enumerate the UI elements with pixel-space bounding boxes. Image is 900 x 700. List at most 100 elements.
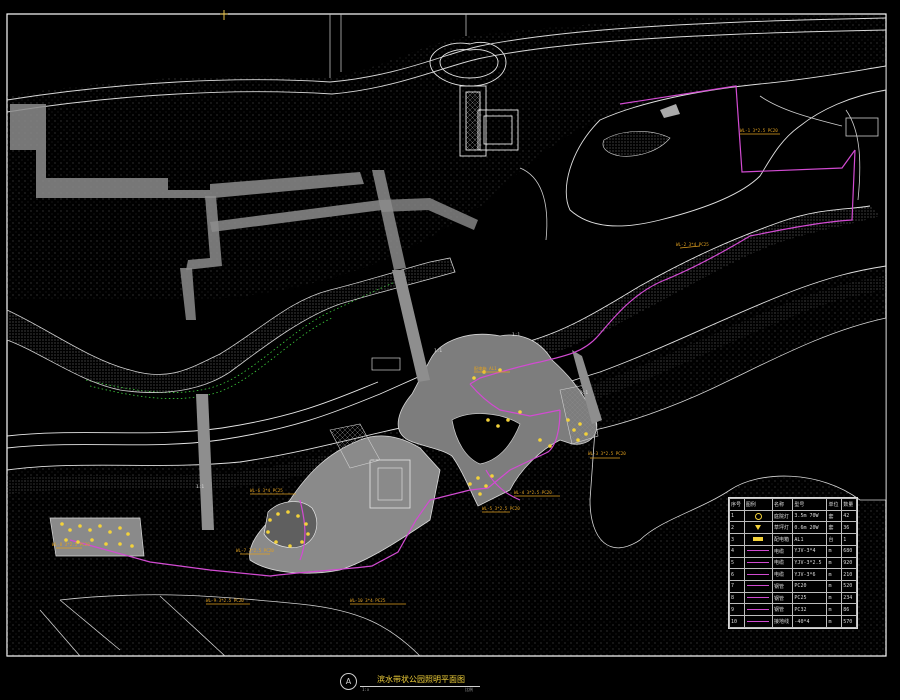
legend-qty: 42 [841,509,857,523]
cable-line-icon [747,561,770,563]
legend-no: 1 [729,509,745,523]
legend-name: 庭院灯 [772,509,794,523]
legend-qty: 680 [841,544,857,558]
legend-symbol-cell [743,521,774,535]
legend-model: 3.5m 70W [792,509,828,523]
callout-c2: WL-2 3*4 PC25 [676,242,709,247]
legend-no: 6 [729,568,745,582]
lamp-icon [754,512,762,520]
legend-table: 序号 图例 名称 型号 单位 数量 1 庭院灯 3.5m 70W 套 42 2 草坪灯 0.6… [728,497,858,629]
map-label-m3: 1:1 [512,332,520,338]
legend-name: 电缆 [772,544,794,558]
callout-c11: 配电箱 AL1 [474,365,497,372]
callout-c7: WL-7 3*2.5 PC20 [236,548,274,553]
title-scale-left: 1:x [362,687,370,692]
legend-symbol-cell [743,615,774,628]
legend-model: PC25 [792,591,828,605]
legend-no: 5 [729,556,745,570]
legend-header-symbol: 图例 [743,498,774,511]
title-scale-right: 比例 [465,687,473,692]
southwest-building [49,517,145,557]
cable-line-icon [747,620,770,622]
cable-line-icon [747,573,770,575]
distribution-box-icon [753,537,764,542]
legend-qty: 570 [841,615,857,628]
legend-unit: m [826,615,843,628]
legend-row: 4 电缆 YJV-3*4 m 680 [729,544,857,558]
riverside-bench [371,357,401,371]
drawing-title: 滨水带状公园照明平面图 [377,675,465,684]
legend-no: 2 [729,521,745,535]
legend-header-model: 型号 [792,498,828,511]
legend-qty: 520 [841,580,857,593]
legend-model: 0.6m 20W [792,521,828,535]
legend-row: 2 草坪灯 0.6m 20W 套 36 [729,521,857,535]
legend-row: 6 电缆 YJV-3*6 m 210 [729,568,857,582]
legend-name: 接地线 [772,615,794,628]
legend-no: 3 [729,533,745,546]
legend-header-unit: 单位 [826,498,843,511]
legend-model: -40*4 [792,615,828,628]
legend-row: 8 钢管 PC25 m 234 [729,591,857,605]
legend-symbol-cell [743,568,774,582]
legend-name: 配电箱 [772,533,794,546]
legend-model: AL1 [792,533,828,546]
legend-qty: 210 [841,568,857,582]
lawn-light-icon [755,524,762,530]
legend-header-qty: 数量 [841,498,857,511]
legend-symbol-cell [743,580,774,593]
legend-symbol-cell [743,509,774,523]
legend-model: YJV-3*6 [792,568,828,582]
legend-name: 草坪灯 [772,521,794,535]
legend-model: YJV-3*4 [792,544,828,558]
legend-unit: m [826,556,843,570]
callout-c1: WL-1 3*2.5 PC20 [740,128,778,133]
legend-row: 5 电缆 YJV-3*2.5 m 920 [729,556,857,570]
legend-name: 电缆 [772,556,794,570]
legend-model: YJV-3*2.5 [792,556,828,570]
legend-qty: 234 [841,591,857,605]
north-arrow-icon [220,10,228,20]
legend-row: 1 庭院灯 3.5m 70W 套 42 [729,509,857,523]
legend-unit: 套 [826,509,843,523]
legend-unit: m [826,544,843,558]
cable-line-icon [747,585,770,587]
legend-row: 9 钢管 PC32 m 86 [729,603,857,617]
map-label-m2: 1:1 [196,484,204,490]
title-marker: A [340,673,357,690]
legend-symbol-cell [743,544,774,558]
legend-symbol-cell [743,603,774,617]
legend-unit: m [826,580,843,593]
legend-row: 7 钢管 PC20 m 520 [729,580,857,593]
legend-unit: m [826,603,843,617]
legend-model: PC32 [792,603,828,617]
legend-name: 钢管 [772,591,794,605]
cable-line-icon [747,597,770,599]
legend-unit: m [826,591,843,605]
legend-model: PC20 [792,580,828,593]
legend-name: 钢管 [772,580,794,593]
legend-name: 电缆 [772,568,794,582]
legend-header-no: 序号 [729,498,745,511]
callout-c3: WL-3 3*2.5 PC20 [588,451,626,456]
legend-row: 10 接地线 -40*4 m 570 [729,615,857,628]
legend-qty: 86 [841,603,857,617]
east-building [845,117,879,137]
legend-unit: 套 [826,521,843,535]
legend-name: 钢管 [772,603,794,617]
cable-line-icon [747,550,770,552]
legend-no: 10 [729,615,745,628]
legend-row: 3 配电箱 AL1 台 1 [729,533,857,546]
legend-header-row: 序号 图例 名称 型号 单位 数量 [729,498,857,511]
callout-c9: WL-9 3*2.5 PC20 [206,598,244,603]
map-label-m4: 1:1 [580,390,588,396]
callout-c6: WL-6 3*4 PC25 [250,488,283,493]
cable-line-icon [747,608,770,610]
legend-qty: 920 [841,556,857,570]
legend-unit: 台 [826,533,843,546]
legend-no: 7 [729,580,745,593]
callout-c10: WL-10 3*4 PC25 [350,598,386,603]
callout-c4: WL-4 3*2.5 PC20 [514,490,552,495]
callout-c8: WL-8 3*2.5 PC20 [52,542,90,547]
legend-no: 4 [729,544,745,558]
